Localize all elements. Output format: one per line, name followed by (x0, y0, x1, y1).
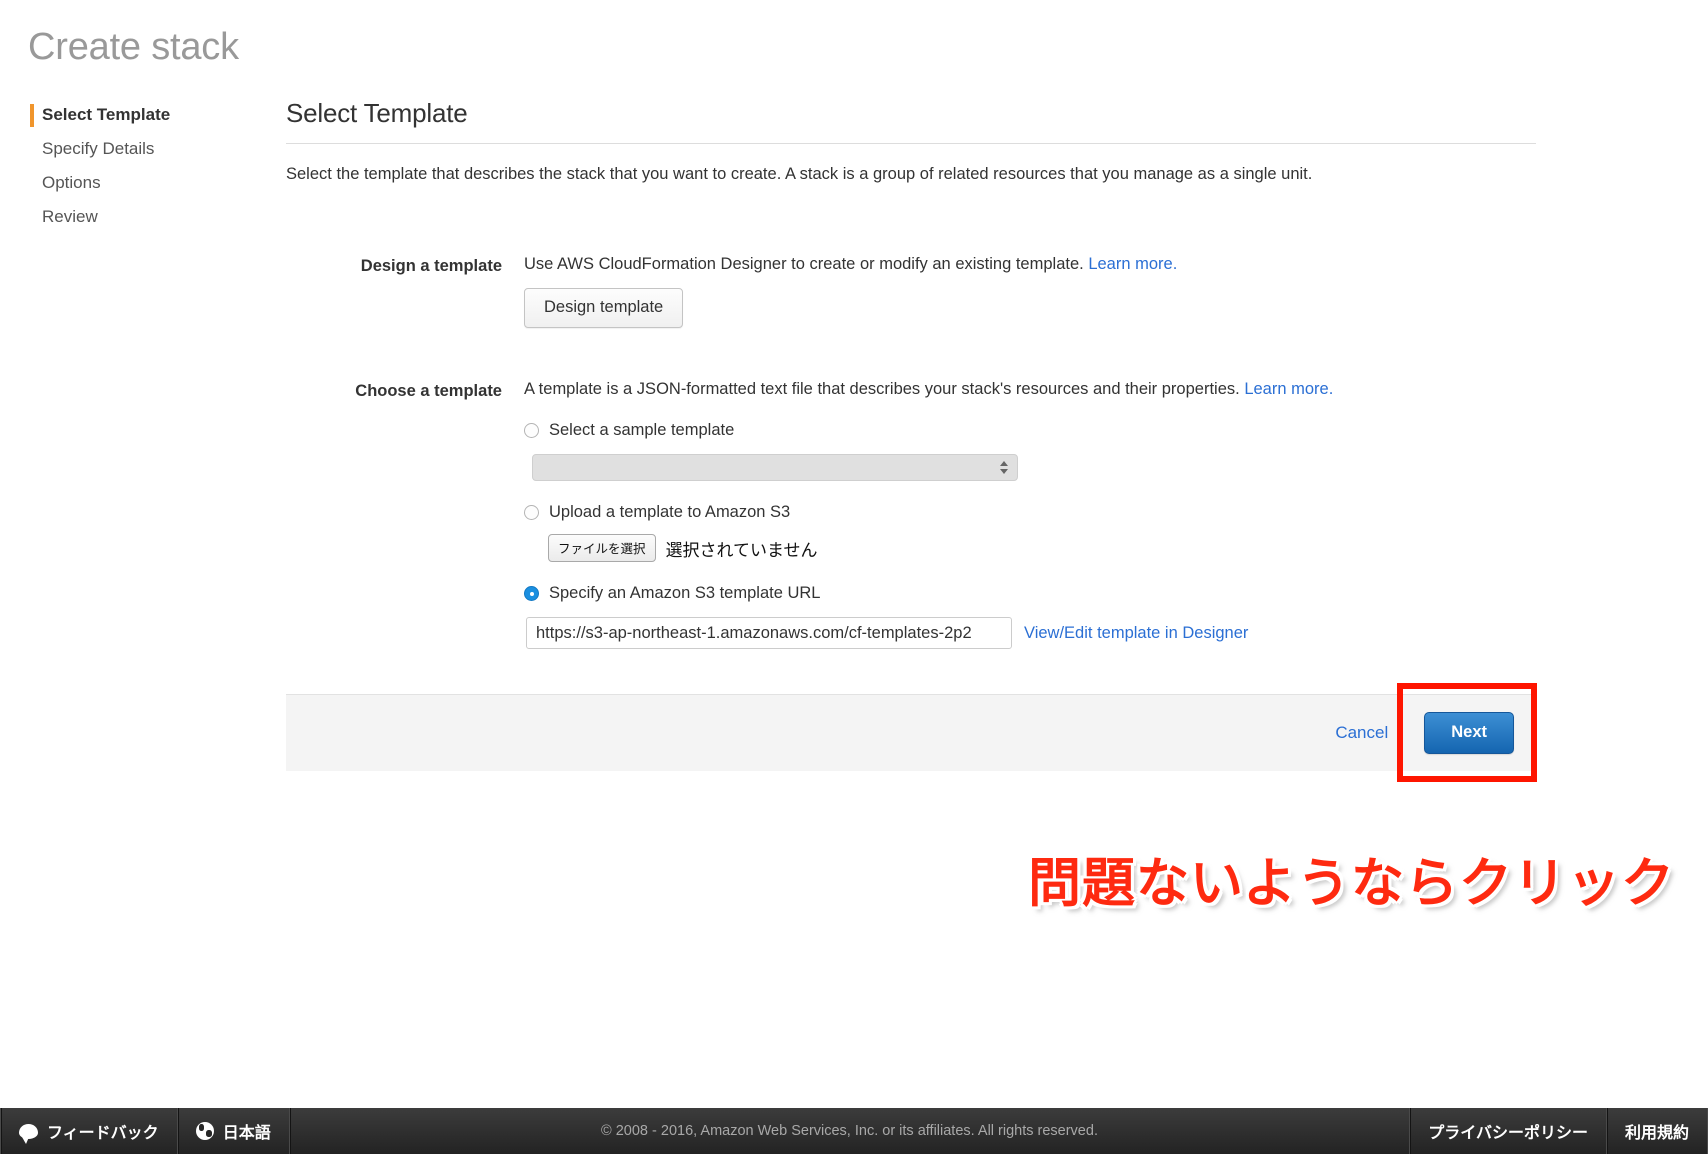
sidebar-item-review[interactable]: Review (30, 202, 260, 236)
footer-feedback-label: フィードバック (47, 1125, 159, 1142)
footer-language-button[interactable]: 日本語 (178, 1108, 289, 1154)
choose-learn-more-link[interactable]: Learn more. (1244, 380, 1333, 398)
footer-terms-link[interactable]: 利用規約 (1607, 1108, 1707, 1154)
radio-s3-url[interactable] (524, 586, 539, 602)
cancel-button[interactable]: Cancel (1335, 723, 1388, 743)
sidebar-item-label: Review (42, 207, 98, 226)
sidebar-item-label: Options (42, 173, 101, 192)
design-template-body: Use AWS CloudFormation Designer to creat… (524, 255, 1682, 329)
wizard-sidebar: Select Template Specify Details Options … (30, 100, 260, 236)
design-template-row: Design a template Use AWS CloudFormation… (286, 255, 1682, 329)
radio-upload-template[interactable] (524, 505, 539, 521)
main-content: Select Template Select the template that… (286, 98, 1682, 659)
chevron-updown-icon (998, 455, 1010, 480)
radio-row-sample-template[interactable]: Select a sample template (524, 421, 1682, 440)
choose-template-row: Choose a template A template is a JSON-f… (286, 380, 1682, 650)
design-template-description: Use AWS CloudFormation Designer to creat… (524, 255, 1084, 274)
next-button[interactable]: Next (1424, 712, 1514, 754)
page-title: Create stack (28, 26, 239, 68)
intro-text: Select the template that describes the s… (286, 165, 1313, 183)
design-template-label: Design a template (360, 257, 502, 276)
footer-spacer (1118, 1108, 1409, 1154)
sidebar-item-select-template[interactable]: Select Template (30, 100, 260, 134)
annotation-caption: 問題ないようならクリック (1028, 853, 1675, 914)
sample-template-select[interactable] (532, 454, 1018, 482)
footer-spacer (290, 1108, 581, 1154)
radio-row-upload-template[interactable]: Upload a template to Amazon S3 (524, 503, 1682, 522)
s3-url-row: View/Edit template in Designer (526, 617, 1682, 650)
footer-feedback-button[interactable]: フィードバック (1, 1108, 177, 1154)
footer-copyright: © 2008 - 2016, Amazon Web Services, Inc.… (601, 1123, 1098, 1139)
footer-language-label: 日本語 (222, 1125, 271, 1142)
choose-file-button[interactable]: ファイルを選択 (548, 534, 656, 563)
wizard-action-bar: Cancel Next (286, 694, 1536, 771)
sidebar-item-label: Select Template (42, 105, 171, 124)
speech-bubble-icon (19, 1123, 38, 1144)
radio-label-sample-template[interactable]: Select a sample template (549, 421, 734, 440)
title-divider (286, 143, 1536, 144)
sidebar-item-specify-details[interactable]: Specify Details (30, 134, 260, 168)
choose-template-description: A template is a JSON-formatted text file… (524, 380, 1240, 399)
radio-label-upload-template[interactable]: Upload a template to Amazon S3 (549, 503, 790, 522)
globe-icon (195, 1122, 214, 1140)
sidebar-item-options[interactable]: Options (30, 168, 260, 202)
page-footer: フィードバック 日本語 © 2008 - 2016, Amazon Web Se… (0, 1108, 1708, 1154)
file-upload-row: ファイルを選択 選択されていません (548, 534, 1682, 563)
radio-sample-template[interactable] (524, 423, 539, 439)
s3-url-input[interactable] (526, 617, 1012, 650)
sidebar-item-label: Specify Details (42, 139, 155, 158)
view-edit-designer-link[interactable]: View/Edit template in Designer (1024, 624, 1248, 643)
section-title: Select Template (286, 98, 468, 128)
choose-template-body: A template is a JSON-formatted text file… (524, 380, 1682, 650)
radio-label-s3-url[interactable]: Specify an Amazon S3 template URL (549, 584, 820, 603)
design-template-button[interactable]: Design template (524, 288, 684, 329)
radio-row-s3-url[interactable]: Specify an Amazon S3 template URL (524, 584, 1682, 603)
file-status-text: 選択されていません (665, 540, 818, 560)
design-learn-more-link[interactable]: Learn more. (1088, 255, 1177, 273)
footer-privacy-link[interactable]: プライバシーポリシー (1410, 1108, 1606, 1154)
choose-template-label: Choose a template (355, 382, 502, 401)
